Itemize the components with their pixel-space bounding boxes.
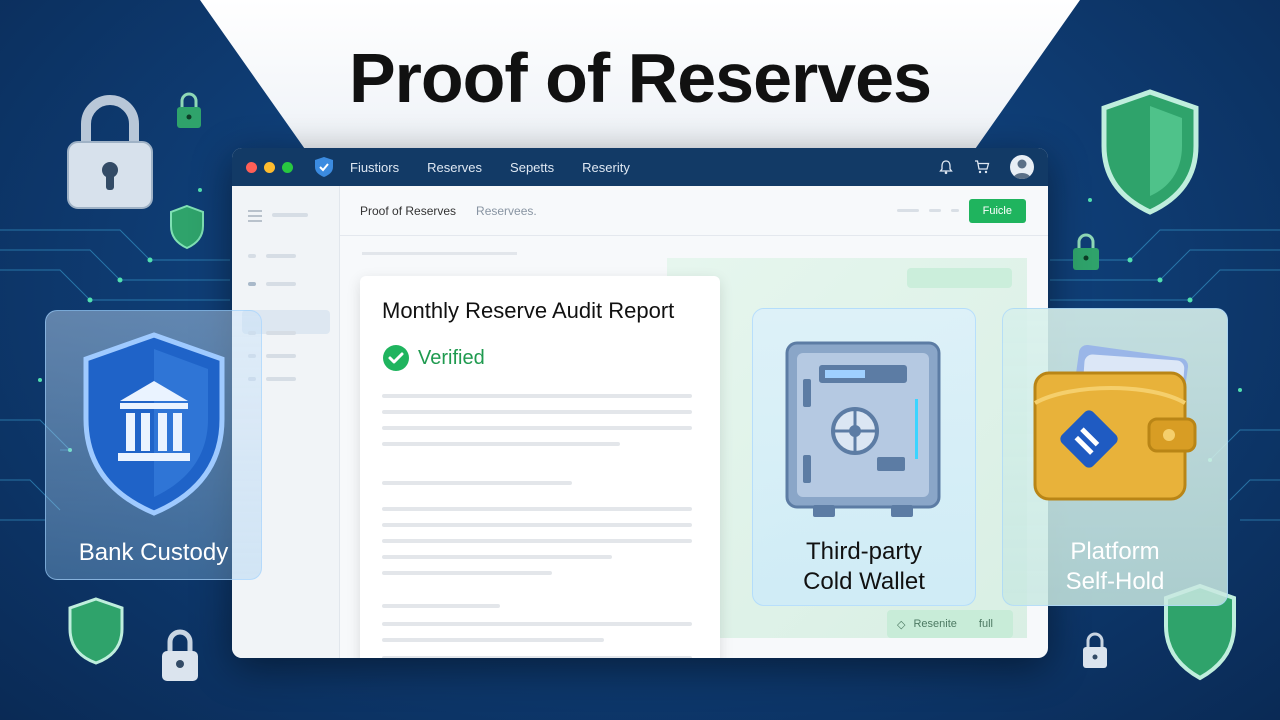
sidebar-item-2-label	[266, 282, 296, 286]
user-avatar-icon[interactable]	[1010, 155, 1034, 179]
panel-search-pill[interactable]	[907, 268, 1012, 288]
report-text-line	[382, 442, 620, 446]
bank-custody-card[interactable]: Bank Custody	[45, 310, 262, 580]
toolbar-placeholder	[896, 209, 919, 212]
shield-icon	[1101, 89, 1199, 215]
vault-icon	[785, 341, 941, 517]
report-text-line	[382, 523, 692, 527]
report-text-line	[382, 426, 692, 430]
breadcrumb: Proof of Reserves Reservees. Fuicle	[340, 186, 1048, 236]
sidebar-item-4-label	[266, 354, 296, 358]
report-text-line	[382, 481, 572, 485]
shield-icon	[170, 204, 204, 250]
nav-item-3[interactable]: Sepetts	[510, 160, 554, 175]
cold-wallet-label-line2: Cold Wallet	[803, 568, 925, 595]
shield-icon	[68, 597, 124, 665]
top-nav: Fiustiors Reserves Sepetts Reserity	[350, 160, 630, 175]
menu-icon[interactable]	[248, 210, 262, 225]
padlock-icon	[1083, 632, 1107, 668]
report-text-line	[382, 604, 500, 608]
breadcrumb-secondary[interactable]: Reservees.	[476, 204, 537, 218]
bell-icon[interactable]	[938, 159, 954, 175]
self-hold-label-line2: Self-Hold	[1065, 568, 1165, 595]
minimize-window-button[interactable]	[264, 161, 275, 173]
cart-icon[interactable]	[974, 159, 990, 175]
nav-item-4[interactable]: Reserity	[582, 160, 630, 175]
report-text-line	[382, 555, 612, 559]
breadcrumb-current[interactable]: Proof of Reserves	[360, 204, 456, 218]
reserve-button-label: Resenite	[913, 618, 957, 630]
bank-shield-icon	[83, 332, 225, 516]
action-button[interactable]: Fuicle	[968, 198, 1026, 223]
cold-wallet-card[interactable]: Third-party Cold Wallet	[752, 308, 976, 606]
sidebar-item-1[interactable]	[248, 254, 256, 258]
report-text-line	[382, 656, 692, 658]
padlock-icon	[1073, 233, 1099, 270]
padlock-icon	[162, 629, 198, 681]
report-text-line	[382, 410, 692, 414]
wallet-icon	[1033, 344, 1197, 501]
padlock-icon	[177, 92, 201, 128]
nav-item-1[interactable]: Fiustiors	[350, 160, 399, 175]
sidebar-item-3-label	[266, 331, 296, 335]
reserve-button[interactable]: ◇ Resenite full	[887, 610, 1013, 638]
check-circle-icon	[383, 345, 409, 371]
report-text-line	[382, 394, 692, 398]
self-hold-card[interactable]: Platform Self-Hold	[1002, 308, 1228, 606]
report-text-line	[382, 622, 692, 626]
sidebar-item-1-label	[266, 254, 296, 258]
report-text-line	[382, 571, 552, 575]
sidebar-placeholder	[272, 213, 308, 217]
sidebar-item-5-label	[266, 377, 296, 381]
padlock-icon	[67, 95, 153, 209]
title-bar: Fiustiors Reserves Sepetts Reserity	[232, 148, 1048, 186]
toolbar-placeholder	[950, 209, 959, 212]
section-placeholder	[362, 252, 517, 255]
maximize-window-button[interactable]	[282, 161, 293, 173]
report-text-line	[382, 638, 604, 642]
nav-item-reserves[interactable]: Reserves	[427, 160, 482, 175]
status-badge: Verified	[418, 346, 485, 369]
cold-wallet-label-line1: Third-party	[805, 538, 923, 565]
report-text-line	[382, 539, 692, 543]
close-window-button[interactable]	[246, 161, 257, 173]
report-title: Monthly Reserve Audit Report	[382, 298, 675, 323]
verified-status: Verified	[382, 344, 485, 372]
audit-report-card: Monthly Reserve Audit Report Verified	[360, 276, 720, 658]
bank-custody-label: Bank Custody	[78, 539, 229, 566]
sidebar-item-2[interactable]	[248, 282, 256, 286]
self-hold-label-line1: Platform	[1070, 538, 1160, 565]
shield-check-icon	[315, 157, 333, 177]
self-hold-label: Platform Self-Hold	[1003, 537, 1227, 597]
diamond-icon: ◇	[897, 618, 906, 631]
report-text-line	[382, 507, 692, 511]
toolbar-placeholder	[928, 209, 941, 212]
cold-wallet-label: Third-party Cold Wallet	[753, 537, 975, 597]
reserve-button-suffix: full	[978, 618, 993, 630]
